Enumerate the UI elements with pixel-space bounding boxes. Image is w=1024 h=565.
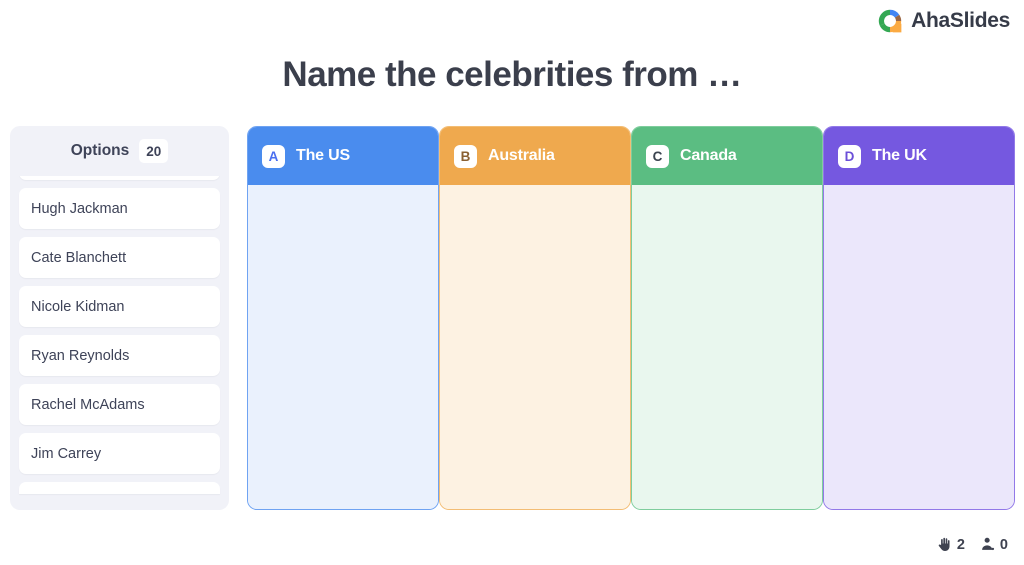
drop-column-d[interactable]: D The UK [823,126,1015,510]
column-letter-badge-b: B [454,144,477,168]
column-label-d: The UK [872,147,927,164]
list-item[interactable]: Cate Blanchett [19,237,220,278]
column-label-c: Canada [680,147,737,164]
list-item-partial-bottom[interactable] [19,482,220,494]
slide-canvas: AhaSlides Name the celebrities from … Op… [0,0,1024,565]
column-letter-badge-d: D [838,144,861,168]
list-item-label: Jim Carrey [31,445,102,462]
ahaslides-donut-logo [876,7,904,35]
column-dropzone-a[interactable] [248,185,438,509]
list-item-partial-top[interactable] [19,176,220,180]
list-item[interactable]: Hugh Jackman [19,188,220,229]
column-header-c: C Canada [632,127,822,185]
board: Options 20 Hugh Jackman Cate Blanchett N… [10,126,1015,510]
options-header: Options 20 [10,126,229,176]
options-panel: Options 20 Hugh Jackman Cate Blanchett N… [10,126,229,510]
page-title: Name the celebrities from … [282,55,742,94]
column-dropzone-d[interactable] [824,185,1014,509]
hands-raised-status: 2 [936,536,965,553]
list-item[interactable]: Jim Carrey [19,433,220,474]
drop-column-b[interactable]: B Australia [439,126,631,510]
column-dropzone-b[interactable] [440,185,630,509]
hands-raised-count: 2 [956,536,965,553]
list-item-label: Nicole Kidman [31,298,125,315]
raised-hand-icon [936,536,953,553]
list-item-label: Hugh Jackman [31,200,128,217]
participants-status: 0 [979,536,1008,553]
participants-count: 0 [999,536,1008,553]
drop-column-c[interactable]: C Canada [631,126,823,510]
status-bar: 2 0 [936,536,1008,553]
options-list[interactable]: Hugh Jackman Cate Blanchett Nicole Kidma… [10,176,229,510]
column-letter-badge-c: C [646,144,669,168]
column-label-a: The US [296,147,350,164]
column-header-d: D The UK [824,127,1014,185]
column-header-a: A The US [248,127,438,185]
brand-name: AhaSlides [911,9,1010,32]
list-item-label: Rachel McAdams [31,396,145,413]
options-count-badge: 20 [139,139,169,163]
column-header-b: B Australia [440,127,630,185]
drop-columns: A The US B Australia C Canada D The UK [229,126,1015,510]
drop-column-a[interactable]: A The US [247,126,439,510]
list-item[interactable]: Rachel McAdams [19,384,220,425]
options-label: Options [70,142,130,159]
column-label-b: Australia [488,147,555,164]
column-letter-badge-a: A [262,144,285,168]
list-item-label: Ryan Reynolds [31,347,130,364]
brand-logo: AhaSlides [876,7,1010,35]
list-item[interactable]: Ryan Reynolds [19,335,220,376]
list-item-label: Cate Blanchett [31,249,127,266]
list-item[interactable]: Nicole Kidman [19,286,220,327]
column-dropzone-c[interactable] [632,185,822,509]
person-icon [979,536,996,553]
